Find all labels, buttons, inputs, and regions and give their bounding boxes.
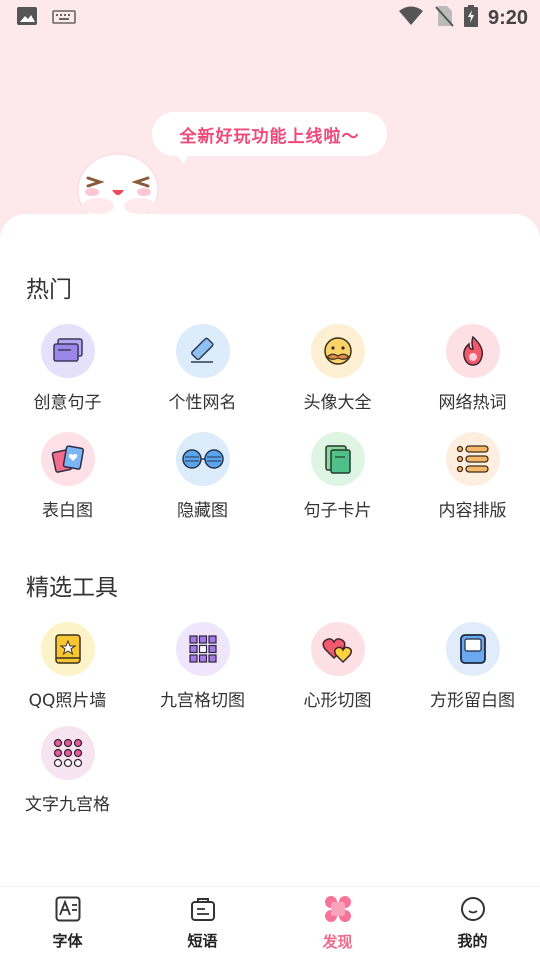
font-icon xyxy=(55,896,81,926)
tab-label: 发现 xyxy=(322,933,353,951)
item-square-padding[interactable]: 方形留白图 xyxy=(405,622,540,718)
item-text-nine-grid[interactable]: 文字九宫格 xyxy=(0,726,135,822)
item-label: 内容排版 xyxy=(438,501,507,521)
flame-icon xyxy=(445,324,500,378)
item-content-layout[interactable]: 内容排版 xyxy=(405,432,540,528)
tab-label: 字体 xyxy=(52,932,83,950)
item-hot-words[interactable]: 网络热词 xyxy=(405,324,540,420)
item-label: 心形切图 xyxy=(303,691,372,711)
keyboard-icon xyxy=(52,9,76,28)
item-avatars[interactable]: 头像大全 xyxy=(270,324,405,420)
item-label: 方形留白图 xyxy=(430,691,515,711)
star-frame-icon xyxy=(40,622,95,676)
clock-time: 9:20 xyxy=(487,6,528,29)
item-heart-cut[interactable]: 心形切图 xyxy=(270,622,405,718)
dots-grid-icon xyxy=(40,726,95,780)
item-label: 头像大全 xyxy=(303,393,372,413)
announcement-bubble[interactable]: 全新好玩功能上线啦～ xyxy=(152,112,387,156)
image-notification-icon xyxy=(16,6,38,30)
grid-icon xyxy=(175,622,230,676)
tab-discover[interactable]: 发现 xyxy=(270,887,405,960)
item-creative-sentences[interactable]: 创意句子 xyxy=(0,324,135,420)
no-sim-icon xyxy=(434,5,454,31)
section-title-tools: 精选工具 xyxy=(26,575,118,601)
hero-banner: 全新好玩功能上线啦～ xyxy=(0,36,540,236)
item-nine-grid-cut[interactable]: 九宫格切图 xyxy=(135,622,270,718)
battery-charging-icon xyxy=(463,5,478,31)
item-label: 表白图 xyxy=(42,501,93,521)
square-frame-icon xyxy=(445,622,500,676)
list-icon xyxy=(445,432,500,486)
tab-mine[interactable]: 我的 xyxy=(405,887,540,960)
hearts-icon xyxy=(310,622,365,676)
item-label: 九宫格切图 xyxy=(160,691,245,711)
pencil-icon xyxy=(175,324,230,378)
status-bar: 9:20 xyxy=(0,0,540,36)
wifi-icon xyxy=(398,6,424,30)
bottom-tab-bar: 字体 短语 发现 我的 xyxy=(0,886,540,960)
item-label: 句子卡片 xyxy=(303,501,372,521)
item-label: 文字九宫格 xyxy=(25,795,110,815)
clover-icon xyxy=(324,895,352,927)
item-label: 隐藏图 xyxy=(177,501,228,521)
item-label: 个性网名 xyxy=(168,393,237,413)
glasses-icon xyxy=(175,432,230,486)
cards-icon xyxy=(40,324,95,378)
tab-font[interactable]: 字体 xyxy=(0,887,135,960)
mascot-illustration xyxy=(72,146,168,227)
section-title-hot: 热门 xyxy=(26,277,72,303)
item-label: QQ照片墙 xyxy=(28,691,107,711)
tab-label: 我的 xyxy=(457,932,488,950)
mustache-face-icon xyxy=(310,324,365,378)
item-hidden-images[interactable]: 隐藏图 xyxy=(135,432,270,528)
item-love-images[interactable]: 表白图 xyxy=(0,432,135,528)
briefcase-icon xyxy=(190,896,216,926)
card-stack-icon xyxy=(310,432,365,486)
item-label: 创意句子 xyxy=(33,393,102,413)
tab-label: 短语 xyxy=(187,932,218,950)
profile-face-icon xyxy=(460,896,486,926)
item-label: 网络热词 xyxy=(438,393,507,413)
heart-photos-icon xyxy=(40,432,95,486)
tab-phrases[interactable]: 短语 xyxy=(135,887,270,960)
item-nicknames[interactable]: 个性网名 xyxy=(135,324,270,420)
item-sentence-cards[interactable]: 句子卡片 xyxy=(270,432,405,528)
item-qq-photo-wall[interactable]: QQ照片墙 xyxy=(0,622,135,718)
